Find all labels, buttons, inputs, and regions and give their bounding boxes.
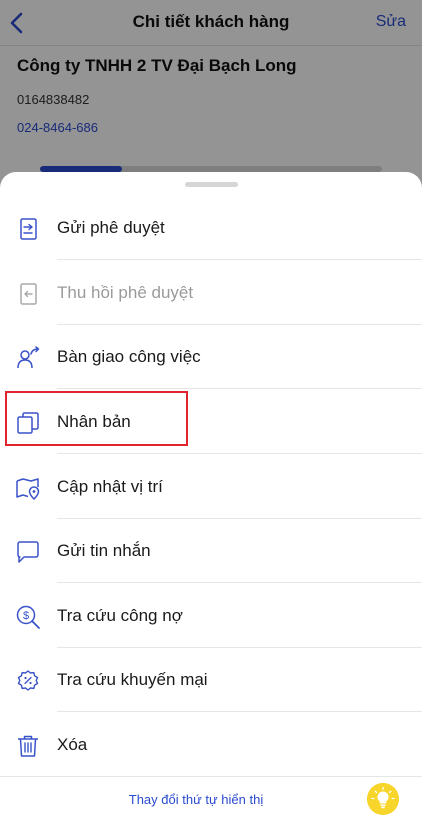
svg-text:$: $ [23, 610, 29, 622]
message-icon [17, 541, 39, 563]
revoke-approval-icon [20, 283, 37, 305]
lightbulb-icon[interactable] [367, 783, 399, 815]
divider [57, 388, 422, 389]
menu-item-label: Gửi tin nhắn [57, 541, 151, 560]
handover-icon [17, 346, 40, 369]
highlight-annotation-box [5, 391, 188, 446]
menu-item-label: Bàn giao công việc [57, 347, 201, 366]
menu-item-label: Xóa [57, 735, 88, 754]
menu-item-label: Cập nhật vị trí [57, 477, 163, 496]
action-bottom-sheet: Gửi phê duyệt Thu hồi phê duyệt Bàn giao… [0, 172, 422, 818]
menu-item-label: Tra cứu khuyến mại [57, 670, 208, 689]
menu-item-label: Thu hồi phê duyệt [57, 283, 194, 302]
menu-item-label: Gửi phê duyệt [57, 218, 165, 237]
menu-item-delete[interactable]: Xóa [0, 713, 422, 777]
change-display-order-link[interactable]: Thay đổi thứ tự hiển thị [0, 792, 422, 807]
sheet-grabber[interactable] [185, 182, 238, 187]
menu-item-revoke-approval: Thu hồi phê duyệt [0, 261, 422, 325]
menu-item-promotion-lookup[interactable]: Tra cứu khuyến mại [0, 648, 422, 712]
divider [57, 711, 422, 712]
divider [57, 582, 422, 583]
debt-search-icon: $ [16, 605, 40, 629]
menu-item-handover[interactable]: Bàn giao công việc [0, 325, 422, 389]
promotion-icon [17, 670, 39, 691]
menu-item-update-location[interactable]: Cập nhật vị trí [0, 455, 422, 519]
menu-item-send-message[interactable]: Gửi tin nhắn [0, 519, 422, 583]
menu-item-debt-lookup[interactable]: $ Tra cứu công nợ [0, 584, 422, 648]
footer-divider [0, 776, 422, 777]
menu-item-label: Tra cứu công nợ [57, 606, 183, 625]
trash-icon [18, 735, 38, 757]
send-approval-icon [20, 218, 37, 240]
map-pin-icon [16, 478, 40, 501]
divider [57, 259, 422, 260]
menu-item-send-approval[interactable]: Gửi phê duyệt [0, 196, 422, 260]
footer-link-label: Thay đổi thứ tự hiển thị [128, 792, 264, 807]
divider [57, 453, 422, 454]
